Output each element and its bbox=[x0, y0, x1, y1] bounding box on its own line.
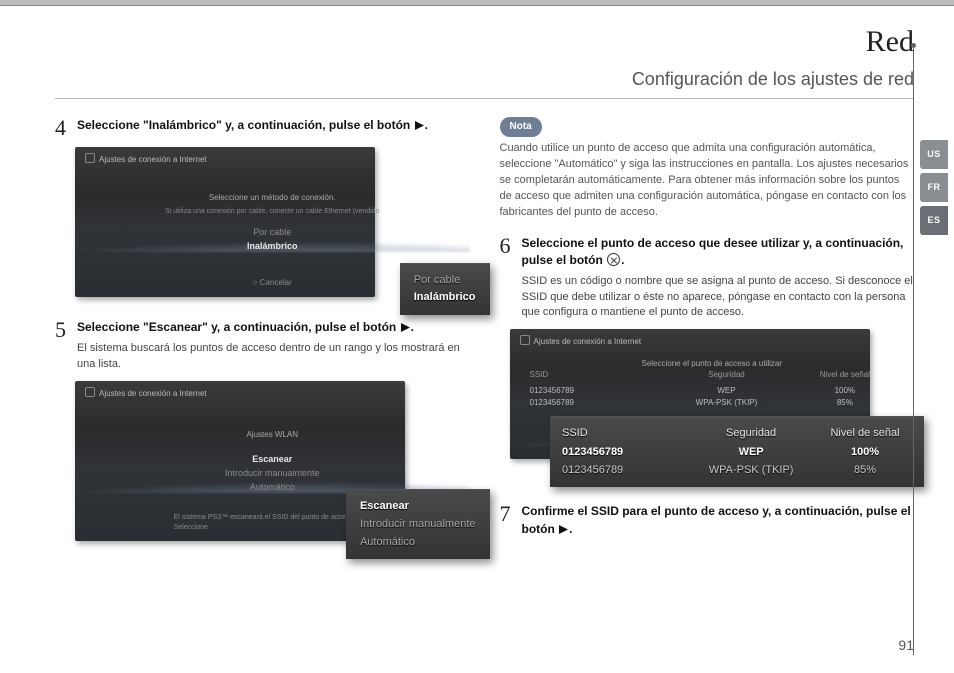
page-number: 91 bbox=[898, 635, 914, 655]
text: Confirme el SSID para el punto de acceso… bbox=[522, 504, 911, 535]
screen-line: Seleccione el punto de acceso a utilizar bbox=[641, 358, 782, 370]
text: . bbox=[425, 118, 428, 132]
cell: 100% bbox=[818, 444, 912, 462]
note-text: Cuando utilice un punto de acceso que ad… bbox=[500, 141, 915, 221]
step-5-body: El sistema buscará los puntos de acceso … bbox=[77, 341, 470, 373]
screen-header: Ajustes de conexión a Internet bbox=[85, 387, 207, 400]
screen-line: Seleccione un método de conexión. bbox=[209, 192, 336, 204]
left-column: 4 Seleccione "Inalámbrico" y, a continua… bbox=[55, 117, 470, 564]
menu-option: Automático bbox=[225, 480, 320, 494]
screen-cancel: ○ Cancelar bbox=[253, 277, 292, 289]
table-header: SSID Seguridad Nivel de señal bbox=[562, 425, 912, 443]
step-number: 6 bbox=[500, 235, 514, 322]
tab-fr[interactable]: FR bbox=[920, 173, 948, 202]
col-signal: Nivel de señal bbox=[818, 425, 912, 443]
screenshot-5: Ajustes de conexión a Internet Ajustes W… bbox=[75, 381, 470, 541]
cell: 85% bbox=[818, 462, 912, 480]
console-screen: Ajustes de conexión a Internet Seleccion… bbox=[75, 147, 375, 297]
table-row: 0123456789 WPA-PSK (TKIP) 85% bbox=[562, 462, 912, 480]
page-subtitle: Configuración de los ajustes de red bbox=[55, 66, 914, 92]
note-badge: Nota bbox=[500, 117, 542, 138]
rule-top bbox=[55, 98, 914, 99]
cell: WEP bbox=[704, 444, 798, 462]
step-6-title: Seleccione el punto de acceso que desee … bbox=[522, 235, 915, 270]
callout-option: Introducir manualmente bbox=[360, 516, 476, 534]
callout-6: SSID Seguridad Nivel de señal 0123456789… bbox=[550, 416, 924, 488]
step-number: 5 bbox=[55, 319, 69, 373]
two-columns: 4 Seleccione "Inalámbrico" y, a continua… bbox=[55, 117, 914, 564]
col-security: Seguridad bbox=[704, 425, 798, 443]
menu-option: Por cable bbox=[247, 225, 298, 239]
margin-rule bbox=[913, 45, 914, 655]
manual-page: Red Configuración de los ajustes de red … bbox=[0, 0, 954, 673]
right-triangle-icon bbox=[559, 522, 568, 539]
screen-line: Si utiliza una conexión por cable, conec… bbox=[165, 207, 379, 217]
menu-option-selected: Inalámbrico bbox=[247, 239, 298, 253]
step-6: 6 Seleccione el punto de acceso que dese… bbox=[500, 235, 915, 322]
step-4: 4 Seleccione "Inalámbrico" y, a continua… bbox=[55, 117, 470, 139]
menu-option-selected: Escanear bbox=[225, 452, 320, 466]
step-5-title: Seleccione "Escanear" y, a continuación,… bbox=[77, 319, 470, 337]
right-triangle-icon bbox=[401, 320, 410, 337]
callout-option: Por cable bbox=[414, 272, 476, 290]
tab-us[interactable]: US bbox=[920, 140, 948, 169]
cell: 0123456789 bbox=[562, 444, 684, 462]
screen-foot: El sistema PS3™ escaneará el SSID del pu… bbox=[174, 513, 371, 533]
ap-table: SSIDSeguridadNivel de señal 0123456789WE… bbox=[530, 369, 895, 408]
callout-option: Automático bbox=[360, 534, 476, 552]
page-footer: 91 bbox=[898, 635, 914, 655]
callout-option-selected: Escanear bbox=[360, 498, 476, 516]
menu-option: Introducir manualmente bbox=[225, 466, 320, 480]
cell: 0123456789 bbox=[562, 462, 684, 480]
step-6-body: SSID es un código o nombre que se asigna… bbox=[522, 274, 915, 322]
text: Seleccione "Inalámbrico" y, a continuaci… bbox=[77, 118, 414, 132]
tab-es[interactable]: ES bbox=[920, 206, 948, 235]
screen-line: Ajustes WLAN bbox=[246, 429, 298, 441]
right-column: Nota Cuando utilice un punto de acceso q… bbox=[500, 117, 915, 564]
right-triangle-icon bbox=[415, 118, 424, 135]
step-number: 7 bbox=[500, 503, 514, 543]
screen-menu: Por cable Inalámbrico bbox=[247, 225, 298, 254]
step-5: 5 Seleccione "Escanear" y, a continuació… bbox=[55, 319, 470, 373]
top-band bbox=[0, 0, 954, 6]
step-7: 7 Confirme el SSID para el punto de acce… bbox=[500, 503, 915, 543]
callout-5: Escanear Introducir manualmente Automáti… bbox=[346, 489, 490, 559]
screenshot-4: Ajustes de conexión a Internet Seleccion… bbox=[75, 147, 470, 297]
screen-menu: Escanear Introducir manualmente Automáti… bbox=[225, 452, 320, 495]
text: . bbox=[569, 522, 572, 536]
screen-header: Ajustes de conexión a Internet bbox=[520, 335, 642, 348]
screen-header: Ajustes de conexión a Internet bbox=[85, 153, 207, 166]
text: . bbox=[411, 320, 414, 334]
table-row: 0123456789 WEP 100% bbox=[562, 444, 912, 462]
text: Seleccione el punto de acceso que desee … bbox=[522, 236, 904, 267]
col-ssid: SSID bbox=[562, 425, 684, 443]
step-number: 4 bbox=[55, 117, 69, 139]
content-area: Red Configuración de los ajustes de red … bbox=[55, 20, 914, 653]
section-title: Red bbox=[55, 20, 914, 64]
callout-4: Por cable Inalámbrico bbox=[400, 263, 490, 315]
text: . bbox=[621, 253, 624, 267]
cross-button-icon bbox=[607, 253, 620, 266]
screenshot-6: Ajustes de conexión a Internet Seleccion… bbox=[510, 329, 915, 459]
callout-option-selected: Inalámbrico bbox=[414, 289, 476, 307]
language-tabs: US FR ES bbox=[920, 140, 948, 235]
step-7-title: Confirme el SSID para el punto de acceso… bbox=[522, 503, 915, 539]
step-4-title: Seleccione "Inalámbrico" y, a continuaci… bbox=[77, 117, 470, 135]
cell: WPA-PSK (TKIP) bbox=[704, 462, 798, 480]
text: Seleccione "Escanear" y, a continuación,… bbox=[77, 320, 400, 334]
